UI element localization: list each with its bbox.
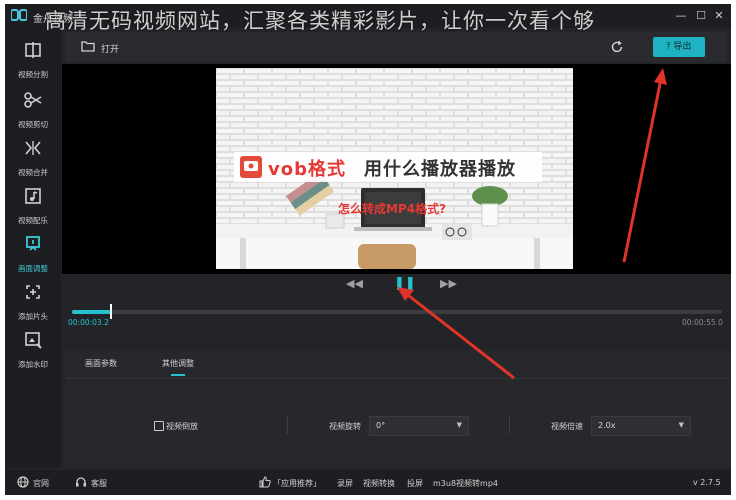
export-label: 导出 (673, 42, 692, 52)
link-screen-cast[interactable]: 投屏 (407, 478, 423, 489)
rewind-button[interactable]: ◀◀ (346, 277, 363, 290)
merge-icon (25, 141, 41, 155)
rotate-select[interactable]: 0° ▼ (369, 416, 469, 436)
globe-icon (17, 476, 29, 488)
option-divider (509, 416, 510, 434)
sidebar-item-video-music[interactable]: 视频配乐 (5, 180, 61, 226)
sidebar-item-label: 添加片头 (18, 312, 48, 321)
active-tab-indicator (171, 374, 185, 376)
sidebar-item-label: 画面调整 (18, 264, 48, 273)
headset-icon (76, 477, 86, 487)
close-button[interactable]: ✕ (711, 8, 727, 24)
version-label: v 2.7.5 (693, 478, 721, 487)
chevron-down-icon: ▼ (678, 421, 684, 429)
sidebar-item-video-cut[interactable]: 视频剪切 (5, 84, 61, 130)
open-button[interactable]: 打开 (101, 42, 119, 55)
sidebar-item-picture-adjust[interactable]: 画面调整 (5, 228, 61, 274)
speed-label: 视频倍速 (551, 422, 583, 431)
rotate-label: 视频旋转 (329, 422, 361, 431)
video-split-icon (25, 42, 41, 58)
upload-icon: ⤒ (666, 42, 671, 52)
rotate-value: 0° (376, 421, 386, 430)
thumb-icon (259, 476, 271, 488)
adjust-panel: 画面参数 其他调整 视频倒放 视频旋转 0° ▼ 视频倍速 2.0x ▼ (65, 350, 731, 468)
overlay-caption: 高清无码视频网站，汇聚各类精彩影片，让你一次看个够 (45, 9, 595, 33)
reverse-checkbox[interactable] (154, 421, 164, 431)
support-link[interactable]: 客服 (91, 478, 107, 489)
progress-track[interactable] (72, 304, 722, 319)
forward-button[interactable]: ▶▶ (440, 277, 457, 290)
total-time: 00:00:55.0 (682, 318, 723, 327)
option-divider (287, 416, 288, 434)
video-preview[interactable]: vob格式 用什么播放器播放 怎么转成MP4格式? (62, 64, 731, 274)
sidebar-item-label: 视频配乐 (18, 216, 48, 225)
tab-divider (65, 378, 731, 379)
add-intro-icon (26, 285, 40, 299)
sidebar-item-video-merge[interactable]: 视频合并 (5, 132, 61, 178)
reverse-label: 视频倒放 (166, 422, 198, 431)
folder-icon (81, 41, 95, 52)
sidebar-item-video-split[interactable]: 视频分割 (5, 34, 61, 80)
banner-headline-suffix: 用什么播放器播放 (364, 158, 516, 180)
app-window: 金舟视频 — ☐ ✕ 视频分割 视频剪切 视频合并 视频配乐 画面调整 添加片头 (5, 4, 731, 495)
watermark-icon (25, 332, 42, 349)
pause-button[interactable]: ❚❚ (394, 276, 416, 291)
video-frame-scene: vob格式 用什么播放器播放 怎么转成MP4格式? (216, 68, 573, 269)
link-screen-record[interactable]: 录屏 (337, 478, 353, 489)
banner-headline-prefix: vob格式 (268, 158, 346, 180)
music-icon (25, 188, 41, 204)
tab-picture-params[interactable]: 画面参数 (85, 358, 117, 369)
banner-subline: 怎么转成MP4格式? (338, 201, 446, 216)
minimize-button[interactable]: — (673, 8, 689, 24)
export-button[interactable]: ⤒ 导出 (653, 37, 705, 57)
refresh-icon[interactable] (610, 40, 624, 54)
toolbar: 打开 ⤒ 导出 (65, 32, 727, 62)
current-time: 00:00:03.2 (68, 318, 109, 327)
scissors-icon (24, 92, 42, 108)
chevron-down-icon: ▼ (456, 421, 462, 429)
sidebar: 视频分割 视频剪切 视频合并 视频配乐 画面调整 添加片头 添加水印 (5, 28, 61, 468)
video-frame: vob格式 用什么播放器播放 怎么转成MP4格式? (216, 68, 573, 269)
progress-fill (72, 310, 111, 314)
recommend-label: 「应用推荐」 (273, 479, 321, 488)
speed-select[interactable]: 2.0x ▼ (591, 416, 691, 436)
maximize-button[interactable]: ☐ (693, 8, 709, 24)
sidebar-item-label: 视频合并 (18, 168, 48, 177)
status-bar: 官网 客服 「应用推荐」 录屏 视频转换 投屏 m3u8视频转mp4 v 2.7… (5, 470, 731, 495)
sidebar-item-add-intro[interactable]: 添加片头 (5, 276, 61, 322)
progress-handle[interactable] (110, 304, 112, 319)
link-m3u8-to-mp4[interactable]: m3u8视频转mp4 (433, 478, 498, 489)
sidebar-item-add-watermark[interactable]: 添加水印 (5, 324, 61, 370)
link-video-convert[interactable]: 视频转换 (363, 478, 395, 489)
sidebar-item-label: 视频剪切 (18, 120, 48, 129)
speed-value: 2.0x (598, 421, 616, 430)
crop-adjust-icon (26, 236, 40, 251)
sidebar-item-label: 添加水印 (18, 360, 48, 369)
website-link[interactable]: 官网 (33, 478, 49, 489)
app-logo-icon (10, 9, 28, 21)
tab-other-adjust[interactable]: 其他调整 (162, 358, 194, 369)
sidebar-item-label: 视频分割 (18, 70, 48, 79)
playback-controls: ◀◀ ❚❚ ▶▶ 00:00:03.2 00:00:55.0 (62, 274, 731, 338)
